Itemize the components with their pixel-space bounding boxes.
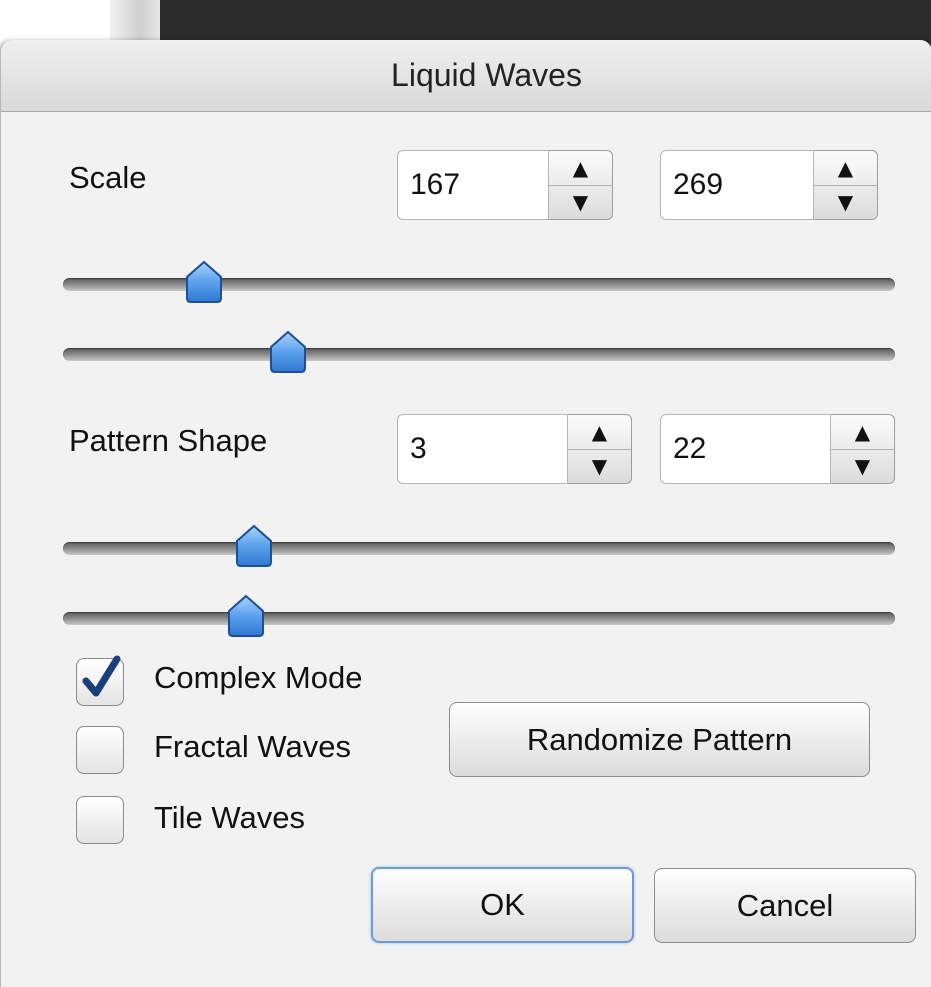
pattern-shape-stepper-2: ▲ ▼ <box>831 414 895 484</box>
slider-thumb-icon[interactable] <box>269 330 307 374</box>
complex-mode-checkbox[interactable] <box>76 655 124 706</box>
randomize-pattern-button[interactable]: Randomize Pattern <box>449 702 870 777</box>
checkmark-icon <box>82 655 121 697</box>
tile-waves-label[interactable]: Tile Waves <box>154 800 305 836</box>
slider-thumb-icon[interactable] <box>227 594 265 638</box>
scale-slider-2[interactable] <box>63 330 895 376</box>
spin-up-icon[interactable]: ▲ <box>568 415 631 450</box>
tile-waves-checkbox[interactable] <box>76 796 124 844</box>
spin-down-icon[interactable]: ▼ <box>814 186 877 220</box>
pattern-shape-spin-2: 22 ▲ ▼ <box>660 414 895 486</box>
scale-spin-1: 167 ▲ ▼ <box>397 150 613 222</box>
pattern-shape-input-2[interactable]: 22 <box>660 414 831 484</box>
scale-input-1[interactable]: 167 <box>397 150 549 220</box>
spin-down-icon[interactable]: ▼ <box>568 450 631 484</box>
slider-track <box>63 612 895 625</box>
fractal-waves-checkbox[interactable] <box>76 726 124 774</box>
scale-slider-1[interactable] <box>63 260 895 306</box>
slider-track <box>63 348 895 361</box>
scale-stepper-1: ▲ ▼ <box>549 150 613 220</box>
scale-spin-2: 269 ▲ ▼ <box>660 150 878 222</box>
ok-button[interactable]: OK <box>371 867 634 943</box>
scale-label: Scale <box>69 160 147 195</box>
slider-thumb-icon[interactable] <box>235 524 273 568</box>
cancel-button[interactable]: Cancel <box>654 868 916 943</box>
pattern-shape-input-1[interactable]: 3 <box>397 414 568 484</box>
pattern-shape-spin-1: 3 ▲ ▼ <box>397 414 632 486</box>
spin-up-icon[interactable]: ▲ <box>831 415 894 450</box>
slider-thumb-icon[interactable] <box>185 260 223 304</box>
pattern-shape-stepper-1: ▲ ▼ <box>568 414 632 484</box>
complex-mode-label[interactable]: Complex Mode <box>154 660 362 696</box>
dialog-title: Liquid Waves <box>391 57 582 93</box>
scale-stepper-2: ▲ ▼ <box>814 150 878 220</box>
spin-up-icon[interactable]: ▲ <box>549 151 612 186</box>
fractal-waves-label[interactable]: Fractal Waves <box>154 729 351 765</box>
pattern-shape-slider-1[interactable] <box>63 524 895 570</box>
dialog-titlebar[interactable]: Liquid Waves <box>1 40 931 112</box>
spin-up-icon[interactable]: ▲ <box>814 151 877 186</box>
slider-track <box>63 542 895 555</box>
liquid-waves-dialog: Liquid Waves Scale 167 ▲ ▼ 269 ▲ ▼ Patte… <box>0 40 931 987</box>
pattern-shape-slider-2[interactable] <box>63 594 895 640</box>
scale-input-2[interactable]: 269 <box>660 150 814 220</box>
spin-down-icon[interactable]: ▼ <box>549 186 612 220</box>
pattern-shape-label: Pattern Shape <box>69 423 268 458</box>
spin-down-icon[interactable]: ▼ <box>831 450 894 484</box>
